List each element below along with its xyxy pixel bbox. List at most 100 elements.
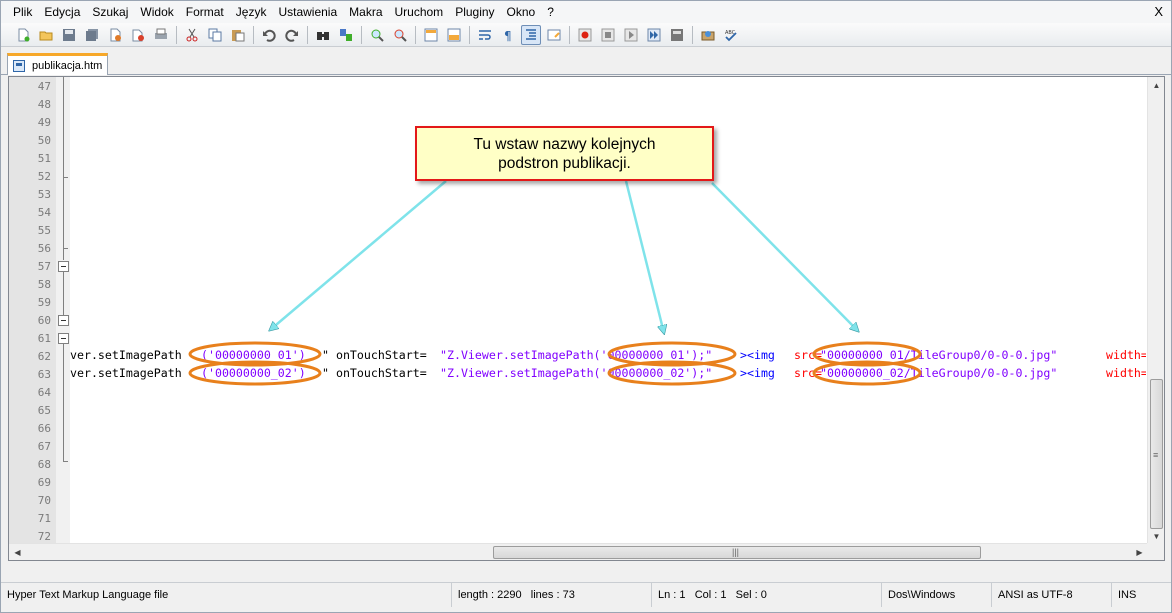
menu-szukaj[interactable]: Szukaj xyxy=(86,1,134,23)
touchstart-value-2: "Z.Viewer.setImagePath('00000000_02');" xyxy=(440,366,713,380)
menu-uruchom[interactable]: Uruchom xyxy=(389,1,450,23)
status-position: Ln : 1 Col : 1 Sel : 0 xyxy=(651,583,881,607)
print-icon[interactable] xyxy=(151,25,171,45)
toolbar-separator xyxy=(253,25,254,44)
cut-icon[interactable] xyxy=(182,25,202,45)
menu-pluginy[interactable]: Pluginy xyxy=(449,1,500,23)
line-number: 68 xyxy=(37,458,51,471)
menu-edycja[interactable]: Edycja xyxy=(38,1,86,23)
menu-plik[interactable]: Plik xyxy=(7,1,38,23)
launch-browser-icon[interactable] xyxy=(698,25,718,45)
scroll-left-icon[interactable]: ◀ xyxy=(9,544,26,560)
zoom-in-icon[interactable] xyxy=(367,25,387,45)
vertical-scrollbar[interactable]: ▲ ≡ ▼ xyxy=(1147,77,1164,545)
save-icon[interactable] xyxy=(59,25,79,45)
vertical-scroll-thumb[interactable]: ≡ xyxy=(1150,379,1163,529)
image-path-value-2: ('00000000_02') xyxy=(201,366,306,380)
open-file-icon[interactable] xyxy=(36,25,56,45)
new-file-icon[interactable] xyxy=(13,25,33,45)
line-number: 71 xyxy=(37,512,51,525)
notepad-window: Plik Edycja Szukaj Widok Format Język Us… xyxy=(0,0,1172,613)
save-macro-icon[interactable] xyxy=(667,25,687,45)
line-number: 56 xyxy=(37,242,51,255)
scroll-up-icon[interactable]: ▲ xyxy=(1148,77,1164,94)
sync-vertical-icon[interactable] xyxy=(421,25,441,45)
line-number: 70 xyxy=(37,494,51,507)
replace-icon[interactable] xyxy=(336,25,356,45)
menu-widok[interactable]: Widok xyxy=(134,1,179,23)
toolbar: ¶ ABC xyxy=(1,23,1171,47)
toolbar-separator xyxy=(415,25,416,44)
sync-horizontal-icon[interactable] xyxy=(444,25,464,45)
menu-format[interactable]: Format xyxy=(180,1,230,23)
status-insert-mode: INS xyxy=(1111,583,1171,607)
line-number: 66 xyxy=(37,422,51,435)
status-length-lines: length : 2290 lines : 73 xyxy=(451,583,651,607)
line-number: 64 xyxy=(37,386,51,399)
fold-guide-line xyxy=(63,272,64,315)
menu-jezyk[interactable]: Język xyxy=(230,1,273,23)
line-number: 47 xyxy=(37,80,51,93)
line-number: 61 xyxy=(37,332,51,345)
fold-toggle-line-61[interactable] xyxy=(58,333,69,344)
fold-toggle-line-60[interactable] xyxy=(58,315,69,326)
toolbar-separator xyxy=(307,25,308,44)
undo-icon[interactable] xyxy=(259,25,279,45)
fold-guide-line xyxy=(63,344,64,462)
status-eol-format[interactable]: Dos\Windows xyxy=(881,583,991,607)
line-number: 50 xyxy=(37,134,51,147)
copy-icon[interactable] xyxy=(205,25,225,45)
line-number: 53 xyxy=(37,188,51,201)
close-all-icon[interactable] xyxy=(128,25,148,45)
toolbar-separator xyxy=(361,25,362,44)
horizontal-scrollbar[interactable]: ◀ ||| ▶ xyxy=(9,543,1148,560)
image-path-value-1: ('00000000_01') xyxy=(201,348,306,362)
close-icon[interactable] xyxy=(105,25,125,45)
line-number: 67 xyxy=(37,440,51,453)
save-all-icon[interactable] xyxy=(82,25,102,45)
zoom-out-icon[interactable] xyxy=(390,25,410,45)
fold-toggle-line-57[interactable] xyxy=(58,261,69,272)
fold-guide-line xyxy=(63,77,64,178)
line-number: 54 xyxy=(37,206,51,219)
scroll-right-icon[interactable]: ▶ xyxy=(1131,544,1148,560)
menu-okno[interactable]: Okno xyxy=(501,1,542,23)
line-number: 63 xyxy=(37,368,51,381)
tab-bar: publikacja.htm xyxy=(1,48,1171,75)
stop-macro-icon[interactable] xyxy=(598,25,618,45)
indent-guide-icon[interactable] xyxy=(521,24,541,45)
play-macro-icon[interactable] xyxy=(621,25,641,45)
line-number: 55 xyxy=(37,224,51,237)
document-map-icon[interactable] xyxy=(544,25,564,45)
show-all-chars-icon[interactable]: ¶ xyxy=(498,25,518,45)
horizontal-scroll-thumb[interactable]: ||| xyxy=(493,546,981,559)
redo-icon[interactable] xyxy=(282,25,302,45)
svg-text:¶: ¶ xyxy=(504,29,512,42)
word-wrap-icon[interactable] xyxy=(475,25,495,45)
status-encoding[interactable]: ANSI as UTF-8 xyxy=(991,583,1111,607)
spellcheck-icon[interactable]: ABC xyxy=(721,25,741,45)
find-icon[interactable] xyxy=(313,25,333,45)
toolbar-separator xyxy=(692,25,693,44)
line-number: 49 xyxy=(37,116,51,129)
tab-publikacja[interactable]: publikacja.htm xyxy=(7,53,108,75)
line-number: 58 xyxy=(37,278,51,291)
saved-file-icon xyxy=(13,59,25,72)
paste-icon[interactable] xyxy=(228,25,248,45)
tab-label: publikacja.htm xyxy=(32,59,103,72)
line-number: 62 xyxy=(37,350,51,363)
run-macro-multiple-icon[interactable] xyxy=(644,25,664,45)
fold-end-marker xyxy=(63,461,68,462)
menu-makra[interactable]: Makra xyxy=(343,1,388,23)
line-number: 51 xyxy=(37,152,51,165)
scrollbar-corner xyxy=(1147,543,1164,560)
fold-end-marker xyxy=(63,248,68,249)
menu-bar: Plik Edycja Szukaj Widok Format Język Us… xyxy=(1,1,1171,23)
record-macro-icon[interactable] xyxy=(575,25,595,45)
close-document-button[interactable]: X xyxy=(1154,1,1163,23)
line-number: 57 xyxy=(37,260,51,273)
callout-line-1: Tu wstaw nazwy kolejnych xyxy=(473,135,656,153)
menu-help[interactable]: ? xyxy=(541,1,560,23)
menu-ustawienia[interactable]: Ustawienia xyxy=(272,1,343,23)
status-file-type: Hyper Text Markup Language file xyxy=(7,589,169,601)
